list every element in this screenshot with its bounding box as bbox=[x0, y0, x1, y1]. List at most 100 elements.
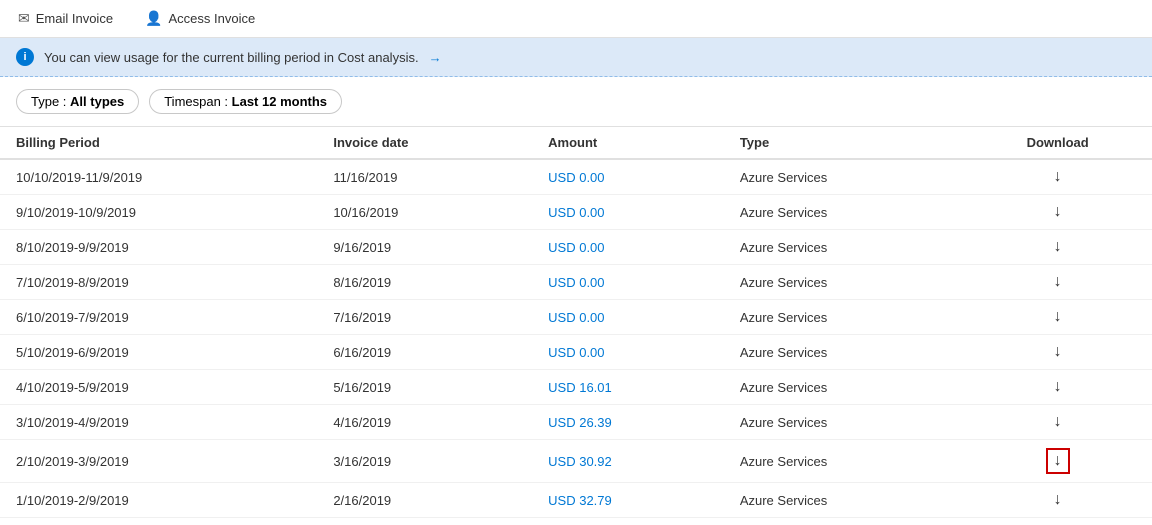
cell-invoice-date: 4/16/2019 bbox=[317, 405, 532, 440]
cell-type: Azure Services bbox=[724, 265, 963, 300]
table-row: 9/10/2019-10/9/201910/16/2019 USD 0.00 Azu… bbox=[0, 195, 1152, 230]
amount-link[interactable]: USD 16.01 bbox=[548, 380, 612, 395]
type-value: All types bbox=[70, 94, 124, 109]
cell-download[interactable]: ↓ bbox=[963, 335, 1152, 370]
cell-amount[interactable]: USD 30.92 bbox=[532, 440, 724, 483]
amount-link[interactable]: USD 26.39 bbox=[548, 415, 612, 430]
cell-invoice-date: 10/16/2019 bbox=[317, 195, 532, 230]
table-row: 3/10/2019-4/9/20194/16/2019 USD 26.39 Azur… bbox=[0, 405, 1152, 440]
amount-link[interactable]: USD 0.00 bbox=[548, 240, 604, 255]
cell-amount[interactable]: USD 0.00 bbox=[532, 335, 724, 370]
info-icon: i bbox=[16, 48, 34, 66]
col-invoice-date: Invoice date bbox=[317, 127, 532, 159]
cell-type: Azure Services bbox=[724, 159, 963, 195]
cell-type: Azure Services bbox=[724, 195, 963, 230]
cell-invoice-date: 2/16/2019 bbox=[317, 483, 532, 518]
cell-download[interactable]: ↓ bbox=[963, 195, 1152, 230]
download-button[interactable]: ↓ bbox=[1054, 491, 1062, 509]
timespan-label: Timespan : bbox=[164, 94, 231, 109]
amount-link[interactable]: USD 0.00 bbox=[548, 205, 604, 220]
cell-download[interactable]: ↓ bbox=[963, 440, 1152, 483]
cell-download[interactable]: ↓ bbox=[963, 230, 1152, 265]
cell-billing-period: 4/10/2019-5/9/2019 bbox=[0, 370, 317, 405]
email-invoice-button[interactable]: ✉ Email Invoice bbox=[12, 6, 119, 31]
cell-type: Azure Services bbox=[724, 405, 963, 440]
invoices-table: Billing Period Invoice date Amount Type … bbox=[0, 127, 1152, 518]
cell-amount[interactable]: USD 26.39 bbox=[532, 405, 724, 440]
download-button[interactable]: ↓ bbox=[1054, 203, 1062, 221]
download-button[interactable]: ↓ bbox=[1054, 273, 1062, 291]
cell-amount[interactable]: USD 0.00 bbox=[532, 195, 724, 230]
cell-invoice-date: 3/16/2019 bbox=[317, 440, 532, 483]
table-row: 7/10/2019-8/9/20198/16/2019 USD 0.00 Azure… bbox=[0, 265, 1152, 300]
cell-download[interactable]: ↓ bbox=[963, 159, 1152, 195]
table-row: 5/10/2019-6/9/20196/16/2019 USD 0.00 Azure… bbox=[0, 335, 1152, 370]
cell-type: Azure Services bbox=[724, 483, 963, 518]
cell-type: Azure Services bbox=[724, 370, 963, 405]
col-type: Type bbox=[724, 127, 963, 159]
table-row: 8/10/2019-9/9/20199/16/2019 USD 0.00 Azure… bbox=[0, 230, 1152, 265]
amount-link[interactable]: USD 0.00 bbox=[548, 310, 604, 325]
download-button[interactable]: ↓ bbox=[1046, 448, 1070, 474]
cell-download[interactable]: ↓ bbox=[963, 300, 1152, 335]
cell-invoice-date: 7/16/2019 bbox=[317, 300, 532, 335]
amount-link[interactable]: USD 0.00 bbox=[548, 275, 604, 290]
table-row: 10/10/2019-11/9/201911/16/2019 USD 0.00 Az… bbox=[0, 159, 1152, 195]
cell-download[interactable]: ↓ bbox=[963, 370, 1152, 405]
timespan-filter[interactable]: Timespan : Last 12 months bbox=[149, 89, 342, 114]
download-button[interactable]: ↓ bbox=[1054, 238, 1062, 256]
cell-invoice-date: 6/16/2019 bbox=[317, 335, 532, 370]
banner-text: You can view usage for the current billi… bbox=[44, 50, 419, 65]
cell-billing-period: 3/10/2019-4/9/2019 bbox=[0, 405, 317, 440]
cell-amount[interactable]: USD 0.00 bbox=[532, 159, 724, 195]
table-body: 10/10/2019-11/9/201911/16/2019 USD 0.00 Az… bbox=[0, 159, 1152, 518]
timespan-value: Last 12 months bbox=[232, 94, 327, 109]
cell-billing-period: 9/10/2019-10/9/2019 bbox=[0, 195, 317, 230]
person-icon: 👤 bbox=[145, 10, 162, 27]
cell-invoice-date: 11/16/2019 bbox=[317, 159, 532, 195]
cell-download[interactable]: ↓ bbox=[963, 405, 1152, 440]
table-header: Billing Period Invoice date Amount Type … bbox=[0, 127, 1152, 159]
download-button[interactable]: ↓ bbox=[1054, 308, 1062, 326]
cell-invoice-date: 9/16/2019 bbox=[317, 230, 532, 265]
email-icon: ✉ bbox=[18, 10, 30, 27]
cell-type: Azure Services bbox=[724, 230, 963, 265]
type-filter[interactable]: Type : All types bbox=[16, 89, 139, 114]
cell-amount[interactable]: USD 32.79 bbox=[532, 483, 724, 518]
cell-billing-period: 6/10/2019-7/9/2019 bbox=[0, 300, 317, 335]
download-button[interactable]: ↓ bbox=[1054, 378, 1062, 396]
cell-type: Azure Services bbox=[724, 300, 963, 335]
download-button[interactable]: ↓ bbox=[1054, 413, 1062, 431]
col-billing-period: Billing Period bbox=[0, 127, 317, 159]
cell-invoice-date: 8/16/2019 bbox=[317, 265, 532, 300]
cell-amount[interactable]: USD 0.00 bbox=[532, 265, 724, 300]
download-button[interactable]: ↓ bbox=[1054, 343, 1062, 361]
col-download: Download bbox=[963, 127, 1152, 159]
table-row: 6/10/2019-7/9/20197/16/2019 USD 0.00 Azure… bbox=[0, 300, 1152, 335]
cell-download[interactable]: ↓ bbox=[963, 483, 1152, 518]
info-banner: i You can view usage for the current bil… bbox=[0, 38, 1152, 77]
cell-amount[interactable]: USD 0.00 bbox=[532, 230, 724, 265]
amount-link[interactable]: USD 32.79 bbox=[548, 493, 612, 508]
amount-link[interactable]: USD 0.00 bbox=[548, 170, 604, 185]
access-invoice-button[interactable]: 👤 Access Invoice bbox=[139, 6, 261, 31]
cell-type: Azure Services bbox=[724, 335, 963, 370]
amount-link[interactable]: USD 30.92 bbox=[548, 454, 612, 469]
email-invoice-label: Email Invoice bbox=[36, 11, 113, 26]
download-button[interactable]: ↓ bbox=[1054, 168, 1062, 186]
cell-billing-period: 5/10/2019-6/9/2019 bbox=[0, 335, 317, 370]
cell-billing-period: 8/10/2019-9/9/2019 bbox=[0, 230, 317, 265]
cell-amount[interactable]: USD 0.00 bbox=[532, 300, 724, 335]
cell-type: Azure Services bbox=[724, 440, 963, 483]
cell-billing-period: 7/10/2019-8/9/2019 bbox=[0, 265, 317, 300]
cell-amount[interactable]: USD 16.01 bbox=[532, 370, 724, 405]
toolbar: ✉ Email Invoice 👤 Access Invoice bbox=[0, 0, 1152, 38]
cost-analysis-link[interactable]: → bbox=[429, 50, 442, 65]
cell-download[interactable]: ↓ bbox=[963, 265, 1152, 300]
cell-billing-period: 10/10/2019-11/9/2019 bbox=[0, 159, 317, 195]
filters-bar: Type : All types Timespan : Last 12 mont… bbox=[0, 77, 1152, 127]
col-amount: Amount bbox=[532, 127, 724, 159]
type-label: Type : bbox=[31, 94, 70, 109]
amount-link[interactable]: USD 0.00 bbox=[548, 345, 604, 360]
table-row: 4/10/2019-5/9/20195/16/2019USD 16.01Azur… bbox=[0, 370, 1152, 405]
